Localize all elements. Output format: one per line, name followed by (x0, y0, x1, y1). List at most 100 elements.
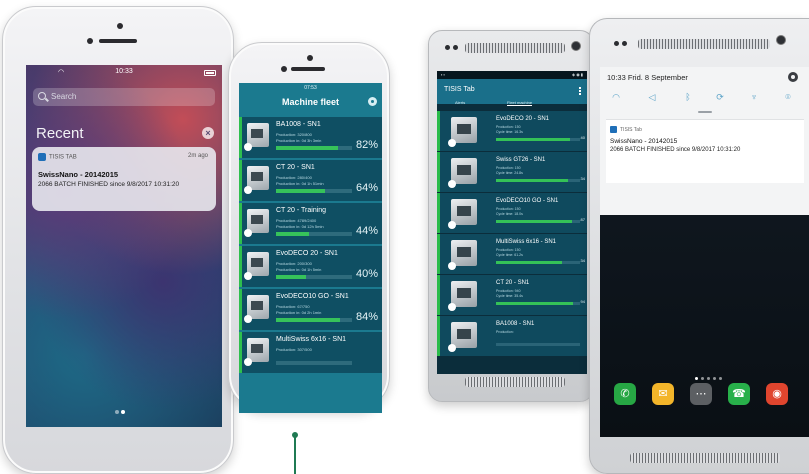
settings-icon[interactable] (788, 72, 798, 82)
sync-icon[interactable]: ⟳ (714, 91, 726, 103)
machine-card[interactable]: EvoDECO 20 - SN1 Production: 150 Cycle tim… (437, 111, 587, 151)
machine-detail: Production in: 0d 1h 5min (276, 267, 322, 272)
status-badge-icon (244, 143, 252, 151)
status-badge-icon (448, 180, 456, 188)
app-icon (38, 153, 46, 161)
machine-card[interactable]: BA1008 - SN1 Production: 320/800 Productio… (239, 117, 382, 158)
machine-detail: Cycle time: 24.8s (496, 171, 523, 175)
notification-time: 2m ago (187, 153, 208, 159)
location-icon[interactable]: ⌾ (782, 91, 794, 103)
machine-percent: 44% (355, 225, 378, 237)
progress-bar (496, 261, 580, 264)
machine-card[interactable]: EvoDECO10 GO - SN1 Production: 150 Cycle t… (437, 193, 587, 233)
apps-icon-glyph: ⋯ (695, 388, 707, 400)
machine-name: EvoDECO 20 - SN1 (496, 116, 550, 122)
whatsapp-icon[interactable]: ☎ (728, 383, 750, 405)
chrome-icon[interactable]: ◉ (766, 383, 788, 405)
settings-icon[interactable] (368, 97, 377, 106)
machine-percent: 84% (355, 311, 378, 323)
tisis-tab-screen: ▪ ▪ ◈ ◉ ▮ TISIS Tab Alerts Fleet machine … (437, 71, 587, 374)
bluetooth-icon[interactable]: ᛒ (682, 91, 694, 103)
machine-card[interactable]: EvoDECO 20 - SN1 Production: 200/300 Produ… (239, 246, 382, 287)
speaker-grille-bottom (465, 377, 565, 387)
machine-percent: 94 (580, 299, 585, 304)
status-badge-icon (448, 139, 456, 147)
app-icon (610, 126, 617, 133)
notification-app: TISIS TAB (38, 153, 77, 161)
machine-card[interactable]: CT 20 - SN1 Production: 940 Cycle time: 35… (437, 275, 587, 315)
phone-icon[interactable]: ✆ (614, 383, 636, 405)
mute-icon[interactable]: ◁ (646, 91, 658, 103)
progress-fill (276, 232, 310, 236)
page-indicator (114, 401, 126, 419)
notification-title: SwissNano - 20142015 (38, 170, 119, 179)
progress-fill (276, 318, 340, 322)
notification-card[interactable]: TISIS Tab SwissNano - 20142015 2066 BATC… (606, 119, 804, 183)
notification-app: TISIS Tab (610, 126, 642, 133)
machine-card[interactable]: Swiss GT26 - SN1 Production: 150 Cycle tim… (437, 152, 587, 192)
notification-app-name: TISIS Tab (620, 126, 642, 133)
progress-fill (496, 261, 562, 264)
tab-fleet-machine[interactable]: Fleet machine (507, 100, 533, 106)
close-circle-icon[interactable]: × (202, 127, 214, 139)
machine-list: EvoDECO 20 - SN1 Production: 150 Cycle tim… (437, 111, 587, 357)
machine-production: Production: 150 (496, 166, 521, 170)
wifi-icon[interactable]: ◠ (610, 91, 622, 103)
progress-bar (276, 318, 352, 322)
flashlight-icon[interactable]: ♆ (748, 91, 760, 103)
machine-thumbnail (451, 281, 477, 307)
tab-alerts[interactable]: Alerts (455, 100, 465, 105)
progress-bar (496, 343, 580, 346)
machine-card[interactable]: CT 20 - SN1 Production: 280/400 Production… (239, 160, 382, 201)
machine-thumbnail (451, 158, 477, 184)
whatsapp-icon-glyph: ☎ (732, 388, 746, 400)
machine-production: Production: 150 (496, 207, 521, 211)
quick-settings: ◠ ◁ ᛒ ⟳ ♆ ⌾ (610, 91, 800, 105)
notification-body: 2066 BATCH FINISHED since 9/8/2017 10:31… (38, 181, 180, 188)
machine-name: Swiss GT26 - SN1 (496, 157, 546, 163)
android-notification-device: 10:33 Frid. 8 September ◠ ◁ ᛒ ⟳ ♆ ⌾ TISI… (589, 18, 809, 474)
machine-production: Production: 307/500 (276, 347, 312, 352)
machine-detail: Production in: 0d 2h 1min (276, 310, 322, 315)
machine-name: EvoDECO10 GO - SN1 (496, 198, 559, 204)
progress-bar (496, 220, 580, 223)
machine-detail: Cycle time: 61.2s (496, 253, 523, 257)
machine-name: MultiSwiss 6x16 - SN1 (276, 336, 347, 343)
notification-app-name: TISIS TAB (49, 154, 77, 161)
progress-fill (276, 146, 339, 150)
machine-card[interactable]: BA1008 - SN1 Production: (437, 316, 587, 356)
machine-card[interactable]: MultiSwiss 6x16 - SN1 Production: 150 Cycl… (437, 234, 587, 274)
machine-percent: 40 (580, 135, 585, 140)
machine-list: BA1008 - SN1 Production: 320/800 Productio… (239, 117, 382, 375)
search-input[interactable]: Search (33, 88, 215, 106)
machine-percent: 40% (355, 268, 378, 280)
shade-handle[interactable] (698, 111, 712, 113)
machine-card[interactable]: CT 20 - Training Production: 4789/2400 Pro… (239, 203, 382, 244)
machine-name: MultiSwiss 6x16 - SN1 (496, 239, 557, 245)
apps-icon[interactable]: ⋯ (690, 383, 712, 405)
machine-name: EvoDECO 20 - SN1 (276, 250, 338, 257)
overflow-menu-icon[interactable] (579, 87, 581, 95)
machine-fleet-screen: 07:53 Machine fleet BA1008 - SN1 Producti… (239, 83, 382, 413)
speaker-grille (638, 39, 770, 49)
front-camera (307, 55, 313, 61)
machine-card[interactable]: MultiSwiss 6x16 - SN1 Production: 307/500 (239, 332, 382, 373)
machine-production: Production: 940 (496, 289, 521, 293)
machine-card[interactable]: EvoDECO10 GO - SN1 Production: 67/750 Prod… (239, 289, 382, 330)
machine-production: Production: 150 (496, 248, 521, 252)
machine-detail: Cycle time: 16.3s (496, 130, 523, 134)
status-badge-icon (244, 186, 252, 194)
machine-name: CT 20 - Training (276, 207, 327, 214)
status-badge-icon (448, 262, 456, 270)
messages-icon-glyph: ✉ (658, 388, 668, 400)
notification-card[interactable]: TISIS TAB 2m ago SwissNano - 20142015 20… (32, 147, 216, 211)
recent-heading: Recent (36, 125, 84, 142)
machine-production: Production: 150 (496, 125, 521, 129)
messages-icon[interactable]: ✉ (652, 383, 674, 405)
status-badge-icon (244, 272, 252, 280)
android-home-screen: 10:33 Frid. 8 September ◠ ◁ ᛒ ⟳ ♆ ⌾ TISI… (600, 67, 809, 437)
status-badge-icon (244, 358, 252, 366)
front-camera (571, 41, 581, 51)
search-icon (38, 92, 46, 100)
progress-bar (276, 189, 352, 193)
